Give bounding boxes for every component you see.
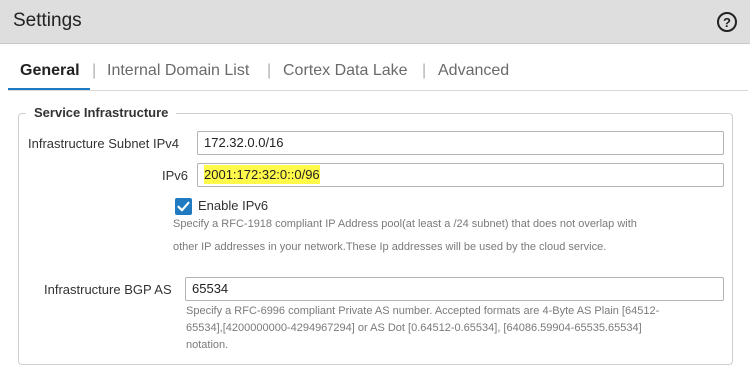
tab-separator: | [92, 62, 97, 79]
tab-cortex-data-lake[interactable]: Cortex Data Lake [283, 62, 408, 80]
tab-separator: | [422, 62, 427, 79]
ipv6-value: 2001:172:32:0::0/96 [204, 165, 320, 184]
tab-general[interactable]: General [20, 62, 80, 80]
bgp-as-help-text: Specify a RFC-6996 compliant Private AS … [186, 305, 660, 351]
tab-internal-domain-list[interactable]: Internal Domain List [107, 62, 249, 80]
tabs-divider [8, 90, 748, 91]
question-circle-icon[interactable]: ? [717, 12, 737, 32]
dialog-title: Settings [13, 10, 82, 31]
tab-advanced[interactable]: Advanced [438, 62, 509, 80]
group-legend: Service Infrastructure [26, 105, 177, 120]
tab-separator: | [267, 62, 272, 79]
ipv6-input[interactable]: 2001:172:32:0::0/96 [197, 163, 724, 187]
enable-ipv6-label: Enable IPv6 [198, 198, 269, 213]
subnet-ipv4-label: Infrastructure Subnet IPv4 [28, 136, 180, 151]
checkmark-icon [177, 201, 190, 212]
ipv6-help-text: Specify a RFC-1918 compliant IP Address … [173, 218, 637, 253]
settings-titlebar: Settings ? [0, 0, 750, 44]
subnet-ipv4-input[interactable]: 172.32.0.0/16 [197, 131, 724, 155]
ipv6-label: IPv6 [162, 168, 189, 183]
enable-ipv6-checkbox[interactable] [175, 198, 192, 215]
bgp-as-label: Infrastructure BGP AS [44, 282, 172, 297]
bgp-as-input[interactable]: 65534 [185, 277, 724, 301]
settings-tabs: General | Internal Domain List | Cortex … [0, 44, 750, 91]
